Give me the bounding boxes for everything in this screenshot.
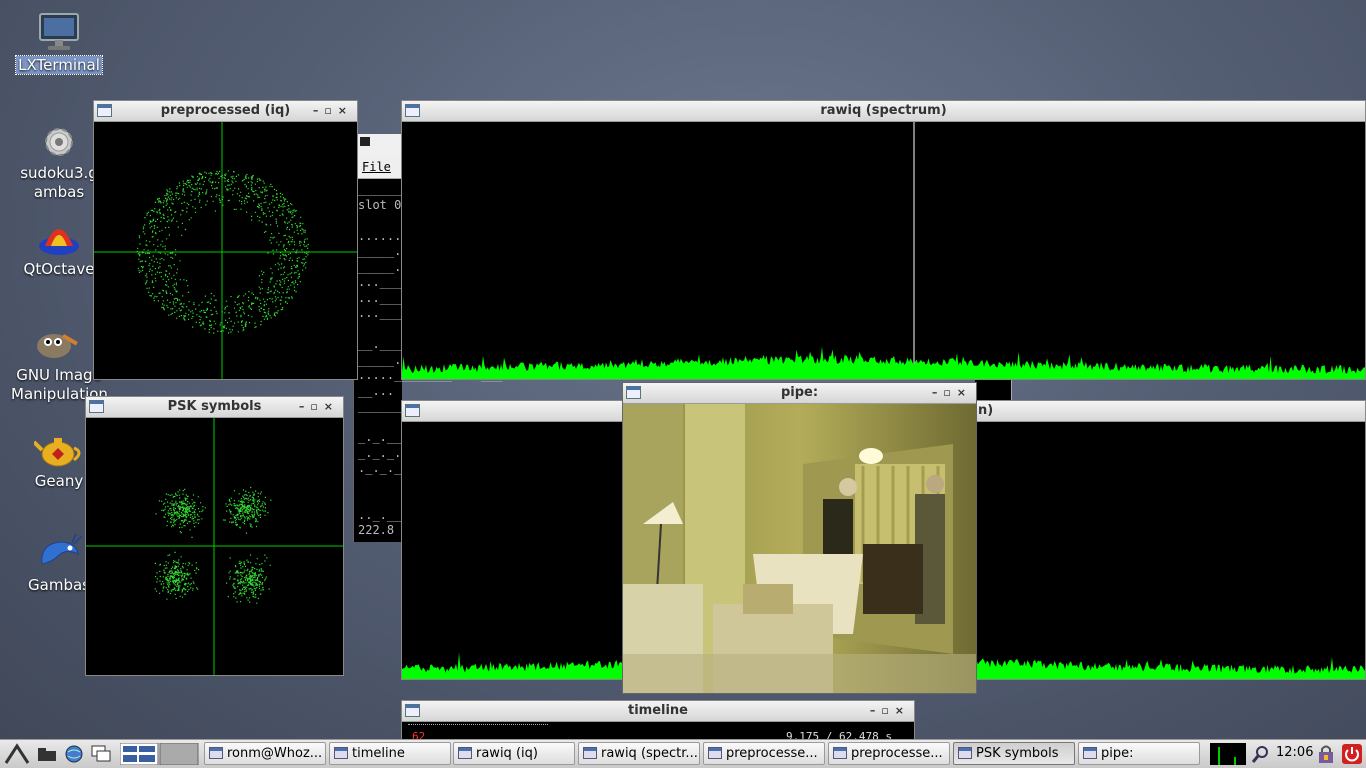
desktop-icon-qtoctave[interactable]: QtOctave: [14, 220, 104, 279]
taskbar-button[interactable]: PSK symbols: [953, 742, 1075, 765]
window-titlebar[interactable]: preprocessed (iq) –▫×: [94, 101, 357, 122]
maximize-icon[interactable]: ▫: [943, 386, 956, 399]
minimize-icon[interactable]: –: [932, 386, 944, 399]
desktop-icon-sudoku[interactable]: sudoku3.gambas: [14, 124, 104, 202]
taskbar-button[interactable]: rawiq (iq): [453, 742, 575, 765]
window-icon: [958, 747, 972, 759]
taskbar-button-label: timeline: [352, 746, 405, 761]
desktop-icon-label: Geany: [34, 472, 84, 490]
taskbar-button-label: pipe:: [1101, 746, 1134, 761]
window-title-fragment: n): [978, 403, 994, 418]
close-icon[interactable]: ×: [324, 400, 339, 413]
gimp-icon: [37, 333, 78, 358]
window-icon: [458, 747, 472, 759]
terminal-menubar: File E: [354, 156, 402, 196]
minimize-icon[interactable]: –: [870, 704, 882, 717]
terminal-titlebar[interactable]: [354, 134, 402, 158]
minimize-all-icon[interactable]: [90, 744, 112, 764]
psk-constellation-plot: [86, 418, 343, 675]
maximize-icon[interactable]: ▫: [310, 400, 323, 413]
close-icon[interactable]: ×: [338, 104, 353, 117]
taskbar-button[interactable]: pipe:: [1078, 742, 1200, 765]
cpu-monitor: [1210, 743, 1246, 765]
timeline-window[interactable]: timeline –▫× 62 9.175 / 62.478 s: [401, 700, 915, 742]
power-icon[interactable]: [1342, 744, 1362, 764]
teapot-icon: [34, 438, 81, 467]
desktop-icon-label: QtOctave: [23, 260, 95, 278]
window-titlebar[interactable]: rawiq (spectrum): [402, 101, 1365, 122]
clock[interactable]: 12:06: [1276, 745, 1313, 760]
terminal-window[interactable]: File E ________. slot 0......... _____._. _…: [353, 134, 611, 542]
rawiq-spectrum-window[interactable]: rawiq (spectrum): [401, 100, 1366, 380]
desktop-icon-label: sudoku3.gambas: [20, 164, 98, 201]
terminal-menu-file[interactable]: File: [362, 160, 391, 174]
desktop-pager-icon[interactable]: [120, 743, 200, 765]
minimize-icon[interactable]: –: [299, 400, 311, 413]
window-icon: [405, 704, 420, 717]
pipe-video-window[interactable]: pipe: –▫×: [622, 382, 977, 694]
taskbar-button-label: preprocesse...: [726, 746, 818, 761]
window-icon: [334, 747, 348, 759]
window-titlebar[interactable]: timeline –▫×: [402, 701, 914, 722]
search-icon[interactable]: [1252, 745, 1270, 763]
minimize-icon[interactable]: –: [313, 104, 325, 117]
window-title: pipe:: [780, 385, 819, 400]
desktop-icon-lxterminal[interactable]: LXTerminal: [14, 12, 104, 75]
desktop-icon-label: Gambas: [28, 576, 90, 594]
taskbar-button[interactable]: preprocesse...: [703, 742, 825, 765]
close-icon[interactable]: ×: [895, 704, 910, 717]
taskbar-button[interactable]: preprocesse...: [828, 742, 950, 765]
desktop-icon-label: LXTerminal: [15, 55, 103, 75]
taskbar-button-label: preprocesse...: [851, 746, 943, 761]
terminal-window-icon: [360, 137, 370, 146]
terminal-line: __...: [358, 383, 395, 398]
taskbar-button-label: rawiq (iq): [476, 746, 538, 761]
terminal-status-strip: [975, 380, 1012, 400]
window-icon: [708, 747, 722, 759]
shrimp-icon: [41, 534, 82, 565]
maximize-icon[interactable]: ▫: [324, 104, 337, 117]
close-icon[interactable]: ×: [957, 386, 972, 399]
iq-constellation-plot: [94, 122, 357, 379]
spectrum-plot: [402, 122, 1365, 379]
window-icon: [583, 747, 597, 759]
taskbar-button[interactable]: ronm@Whoz...: [204, 742, 326, 765]
taskbar-button-label: ronm@Whoz...: [227, 746, 323, 761]
maximize-icon[interactable]: ▫: [881, 704, 894, 717]
desktop-icon-gimp[interactable]: GNU Image Manipulation: [11, 326, 108, 404]
taskbar-button-label: PSK symbols: [976, 746, 1059, 761]
window-icon: [1083, 747, 1097, 759]
window-titlebar[interactable]: pipe: –▫×: [623, 383, 976, 404]
window-icon: [405, 104, 420, 117]
window-title: timeline: [627, 703, 689, 718]
taskbar-button[interactable]: timeline: [329, 742, 451, 765]
psk-symbols-window[interactable]: PSK symbols –▫×: [85, 396, 344, 676]
window-icon: [97, 104, 112, 117]
octave-icon: [39, 229, 79, 255]
web-browser-icon[interactable]: [64, 744, 84, 764]
menu-logo-icon[interactable]: [4, 743, 30, 765]
taskbar: ronm@Whoz... timeline rawiq (iq) rawiq (spe…: [0, 739, 1366, 768]
taskbar-button[interactable]: rawiq (spectr...: [578, 742, 700, 765]
file-manager-icon[interactable]: [36, 745, 58, 763]
monitor-icon: [39, 13, 79, 50]
timeline-track[interactable]: [408, 724, 548, 727]
terminal-icon: [209, 747, 223, 759]
window-icon: [405, 404, 420, 417]
gear-icon: [45, 128, 73, 156]
window-icon: [89, 400, 104, 413]
window-title: PSK symbols: [167, 399, 262, 414]
window-title: rawiq (spectrum): [820, 103, 947, 118]
video-frame: [623, 404, 976, 693]
window-icon: [833, 747, 847, 759]
taskbar-button-label: rawiq (spectr...: [601, 746, 698, 761]
window-icon: [626, 386, 641, 399]
window-title: preprocessed (iq): [160, 103, 291, 118]
window-titlebar[interactable]: PSK symbols –▫×: [86, 397, 343, 418]
preprocessed-iq-window[interactable]: preprocessed (iq) –▫×: [93, 100, 358, 380]
lock-screen-icon[interactable]: [1316, 744, 1336, 764]
